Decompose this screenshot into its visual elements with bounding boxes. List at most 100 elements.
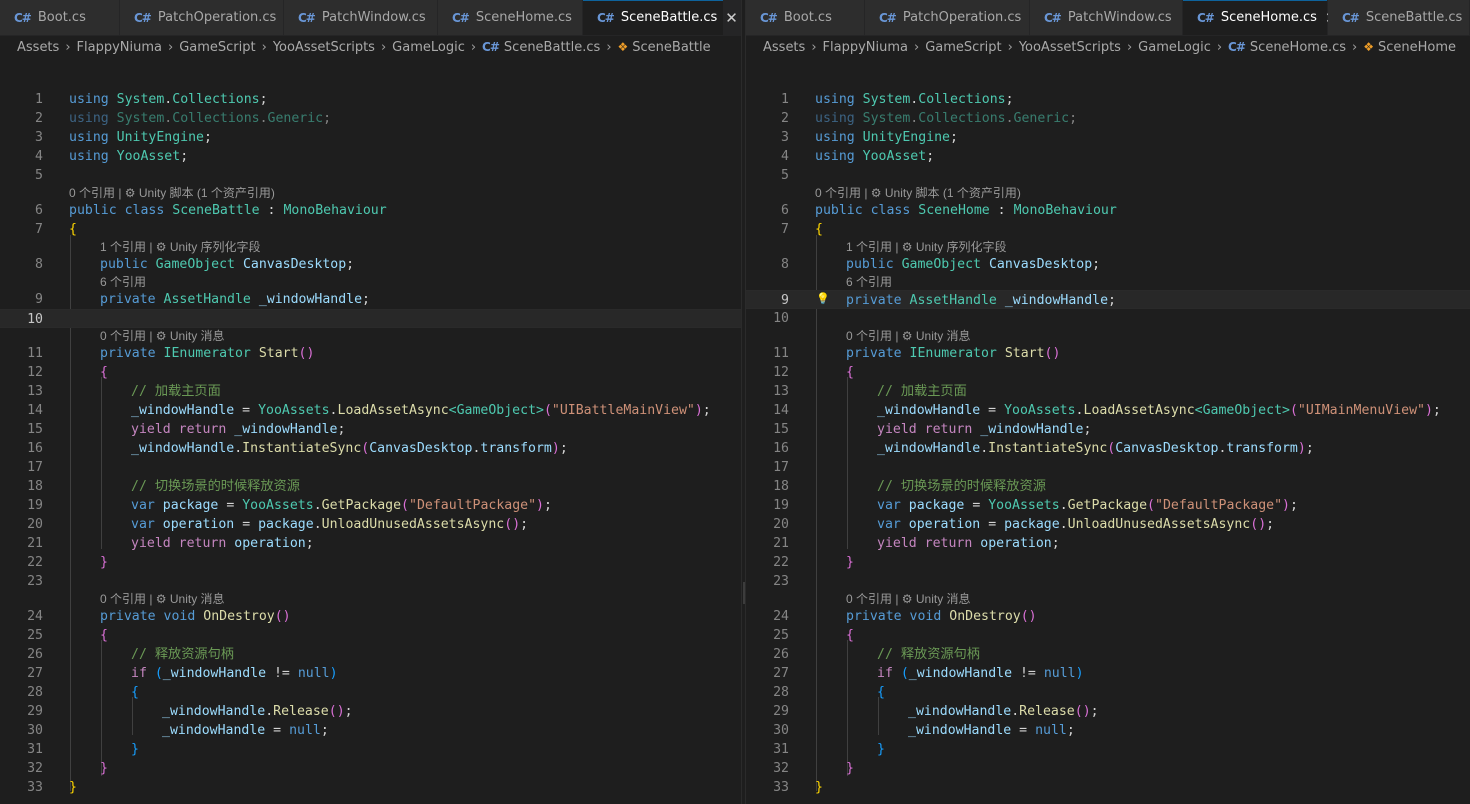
code-line[interactable]: 33} — [0, 778, 741, 797]
code-line[interactable]: 28 { — [0, 683, 741, 702]
code-line[interactable]: 32} — [746, 759, 1470, 778]
code-line[interactable]: 22} — [746, 553, 1470, 572]
code-line[interactable]: 1 using System.Collections; — [0, 90, 741, 109]
code-line[interactable]: 13 // 加载主页面 — [0, 382, 741, 401]
code-line[interactable]: 18 // 切换场景的时候释放资源 — [0, 477, 741, 496]
breadcrumb-item[interactable]: GameScript — [179, 40, 255, 55]
breadcrumb-item[interactable]: FlappyNiuma — [823, 40, 908, 55]
code-line[interactable]: 3 using UnityEngine; — [746, 128, 1470, 147]
close-icon[interactable]: ✕ — [725, 9, 738, 27]
tab-boot[interactable]: C# Boot.cs — [0, 0, 120, 35]
breadcrumb-file[interactable]: C# SceneBattle.cs — [482, 40, 600, 55]
code-line[interactable]: 5 — [746, 166, 1470, 185]
code-line[interactable]: 20 var operation = package.UnloadUnusedAs… — [746, 515, 1470, 534]
tab-scene-battle[interactable]: C# SceneBattle.cs ✕ — [583, 0, 738, 35]
breadcrumb-item[interactable]: Assets — [17, 40, 59, 55]
code-line[interactable]: 15 yield return _windowHandle; — [746, 420, 1470, 439]
code-line[interactable]: 27 if (_windowHandle != null) — [0, 664, 741, 683]
code-line[interactable]: 20 var operation = package.UnloadUnusedAs… — [0, 515, 741, 534]
tab-scene-home[interactable]: C# SceneHome.cs — [438, 0, 583, 35]
code-line[interactable]: 12 { — [746, 363, 1470, 382]
code-line[interactable]: 26 // 释放资源句柄 — [0, 645, 741, 664]
code-line[interactable]: 17 — [746, 458, 1470, 477]
code-line[interactable]: 19 var package = YooAssets.GetPackage("De… — [746, 496, 1470, 515]
breadcrumb-item[interactable]: YooAssetScripts — [273, 40, 375, 55]
tab-scene-home[interactable]: C#SceneHome.cs✕ — [1183, 0, 1338, 35]
code-line[interactable]: 23 — [746, 572, 1470, 591]
breadcrumb-file[interactable]: C# SceneHome.cs — [1228, 40, 1346, 55]
code-line[interactable]: 31} — [0, 740, 741, 759]
lightbulb-icon[interactable]: 💡 — [816, 292, 830, 305]
code-line[interactable]: 29 _windowHandle.Release(); — [746, 702, 1470, 721]
code-line[interactable]: 2 using System.Collections.Generic; — [746, 109, 1470, 128]
code-line[interactable]: 10 — [0, 309, 741, 328]
code-line[interactable]: 26 // 释放资源句柄 — [746, 645, 1470, 664]
tab-patch-operation[interactable]: C# PatchOperation.cs — [120, 0, 284, 35]
code-line[interactable]: 21 yield return operation; — [746, 534, 1470, 553]
code-line[interactable]: 22} — [0, 553, 741, 572]
code-line[interactable]: 10 — [746, 309, 1470, 328]
code-line[interactable]: 19 var package = YooAssets.GetPackage("De… — [0, 496, 741, 515]
code-line[interactable]: 7{ — [746, 220, 1470, 239]
code-line[interactable]: 25 { — [746, 626, 1470, 645]
code-line[interactable]: 21 yield return operation; — [0, 534, 741, 553]
codelens-destroy[interactable]: 0 个引用 | ⚙ Unity 消息 — [846, 591, 971, 608]
code-line[interactable]: 4 using YooAsset; — [746, 147, 1470, 166]
code-line[interactable]: 25 { — [0, 626, 741, 645]
code-line[interactable]: 9 private AssetHandle _windowHandle; — [0, 290, 741, 309]
code-line[interactable]: 9 private AssetHandle _windowHandle; — [746, 290, 1470, 309]
codelens-class[interactable]: 0 个引用 | ⚙ Unity 脚本 (1 个资产引用) — [69, 185, 275, 202]
code-line[interactable]: 8 public GameObject CanvasDesktop; — [0, 255, 741, 274]
codelens-start[interactable]: 0 个引用 | ⚙ Unity 消息 — [846, 328, 971, 345]
code-line[interactable]: 16 _windowHandle.InstantiateSync(CanvasDe… — [0, 439, 741, 458]
code-line[interactable]: 8 public GameObject CanvasDesktop; — [746, 255, 1470, 274]
breadcrumb-item[interactable]: GameLogic — [1138, 40, 1211, 55]
code-line[interactable]: 6 public class SceneHome : MonoBehaviour — [746, 201, 1470, 220]
codelens-field1[interactable]: 1 个引用 | ⚙ Unity 序列化字段 — [846, 239, 1007, 256]
breadcrumb-symbol[interactable]: ❖ SceneHome — [1363, 40, 1456, 55]
codelens-field1[interactable]: 1 个引用 | ⚙ Unity 序列化字段 — [100, 239, 261, 256]
codelens-class[interactable]: 0 个引用 | ⚙ Unity 脚本 (1 个资产引用) — [815, 185, 1021, 202]
code-line[interactable]: 27 if (_windowHandle != null) — [746, 664, 1470, 683]
code-line[interactable]: 4 using YooAsset; — [0, 147, 741, 166]
sash-handle[interactable] — [743, 582, 745, 604]
code-line[interactable]: 24 private void OnDestroy() — [746, 607, 1470, 626]
tab-boot[interactable]: C# Boot.cs — [746, 0, 865, 35]
breadcrumb-symbol[interactable]: ❖ SceneBattle — [618, 40, 711, 55]
codelens-start[interactable]: 0 个引用 | ⚙ Unity 消息 — [100, 328, 225, 345]
breadcrumb-item[interactable]: YooAssetScripts — [1019, 40, 1121, 55]
code-line[interactable]: 30 _windowHandle = null; — [746, 721, 1470, 740]
code-line[interactable]: 1 using System.Collections; — [746, 90, 1470, 109]
breadcrumb-item[interactable]: GameScript — [925, 40, 1001, 55]
code-line[interactable]: 15 yield return _windowHandle; — [0, 420, 741, 439]
code-line[interactable]: 12 { — [0, 363, 741, 382]
code-line[interactable]: 33} — [746, 778, 1470, 797]
code-line[interactable]: 14 _windowHandle = YooAssets.LoadAssetAsy… — [0, 401, 741, 420]
code-line[interactable]: 13 // 加载主页面 — [746, 382, 1470, 401]
codelens-field2[interactable]: 6 个引用 — [100, 274, 146, 291]
code-line[interactable]: 17 — [0, 458, 741, 477]
code-line[interactable]: 23 — [0, 572, 741, 591]
code-line[interactable]: 16 _windowHandle.InstantiateSync(CanvasDe… — [746, 439, 1470, 458]
breadcrumb-item[interactable]: FlappyNiuma — [77, 40, 162, 55]
tab-patch-window[interactable]: C# PatchWindow.cs — [284, 0, 438, 35]
code-line[interactable]: 32} — [0, 759, 741, 778]
breadcrumb-item[interactable]: Assets — [763, 40, 805, 55]
code-line[interactable]: 6 public class SceneBattle : MonoBehaviou… — [0, 201, 741, 220]
code-line[interactable]: 2 using System.Collections.Generic; — [0, 109, 741, 128]
tab-patch-window[interactable]: C# PatchWindow.cs — [1030, 0, 1183, 35]
code-line[interactable]: 28 { — [746, 683, 1470, 702]
code-line[interactable]: 3 using UnityEngine; — [0, 128, 741, 147]
code-line[interactable]: 11 private IEnumerator Start() — [0, 344, 741, 363]
codelens-field2[interactable]: 6 个引用 — [846, 274, 892, 291]
code-line[interactable]: 29 _windowHandle.Release(); — [0, 702, 741, 721]
code-line[interactable]: 18 // 切换场景的时候释放资源 — [746, 477, 1470, 496]
code-line[interactable]: 30 _windowHandle = null; — [0, 721, 741, 740]
code-line[interactable]: 11 private IEnumerator Start() — [746, 344, 1470, 363]
code-line[interactable]: 31} — [746, 740, 1470, 759]
tab-scene-battle[interactable]: C# SceneBattle.cs — [1328, 0, 1470, 35]
code-line[interactable]: 24 private void OnDestroy() — [0, 607, 741, 626]
breadcrumb-item[interactable]: GameLogic — [392, 40, 465, 55]
code-line[interactable]: 5 — [0, 166, 741, 185]
codelens-destroy[interactable]: 0 个引用 | ⚙ Unity 消息 — [100, 591, 225, 608]
